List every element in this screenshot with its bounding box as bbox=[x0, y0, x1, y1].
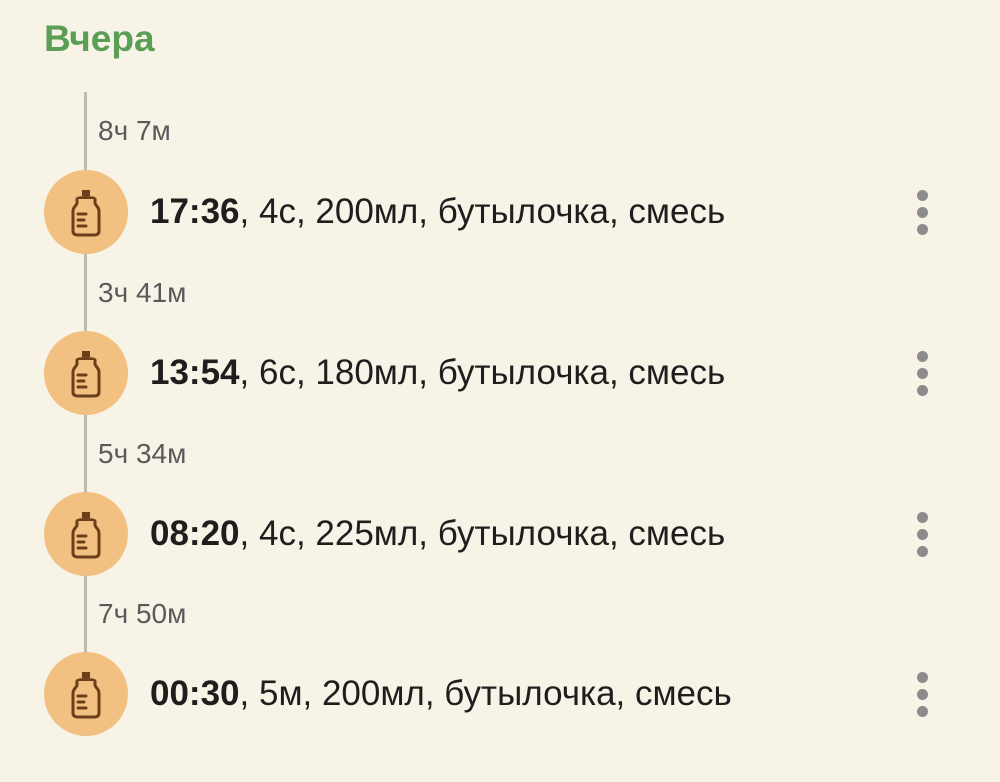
baby-bottle-icon bbox=[71, 351, 101, 398]
more-vert-icon bbox=[916, 189, 928, 201]
entry-details: , 6с, 180мл, бутылочка, смесь bbox=[239, 353, 726, 392]
entry-time: 17:36 bbox=[150, 192, 240, 231]
section-title: Вчера bbox=[44, 18, 155, 59]
feeding-entry[interactable]: 08:20, 4с, 225мл, бутылочка, смесь bbox=[44, 492, 956, 576]
gap-label: 3ч 41м bbox=[98, 277, 187, 308]
bottle-icon-circle bbox=[44, 492, 128, 576]
baby-bottle-icon bbox=[71, 190, 101, 237]
entry-text: 08:20, 4с, 225мл, бутылочка, смесь bbox=[150, 512, 725, 556]
feeding-entry[interactable]: 17:36, 4с, 200мл, бутылочка, смесь bbox=[44, 170, 956, 254]
feeding-entry[interactable]: 13:54, 6с, 180мл, бутылочка, смесь bbox=[44, 331, 956, 415]
gap-label: 8ч 7м bbox=[98, 115, 171, 146]
baby-bottle-icon bbox=[71, 512, 101, 559]
more-options-button[interactable] bbox=[902, 184, 942, 240]
baby-bottle-icon bbox=[71, 672, 101, 719]
entry-time: 08:20 bbox=[150, 514, 240, 553]
entry-time: 13:54 bbox=[150, 353, 240, 392]
feeding-entry[interactable]: 00:30, 5м, 200мл, бутылочка, смесь bbox=[44, 652, 956, 736]
gap-label: 7ч 50м bbox=[98, 598, 187, 629]
gap-label: 5ч 34м bbox=[98, 438, 187, 469]
bottle-icon-circle bbox=[44, 170, 128, 254]
more-options-button[interactable] bbox=[902, 506, 942, 562]
entry-text: 13:54, 6с, 180мл, бутылочка, смесь bbox=[150, 351, 725, 395]
entry-text: 17:36, 4с, 200мл, бутылочка, смесь bbox=[150, 190, 725, 234]
more-options-button[interactable] bbox=[902, 345, 942, 401]
more-options-button[interactable] bbox=[902, 666, 942, 722]
entry-time: 00:30 bbox=[150, 674, 240, 713]
bottle-icon-circle bbox=[44, 652, 128, 736]
more-vert-icon bbox=[916, 350, 928, 362]
entry-text: 00:30, 5м, 200мл, бутылочка, смесь bbox=[150, 672, 732, 716]
entry-details: , 4с, 225мл, бутылочка, смесь bbox=[239, 514, 726, 553]
more-vert-icon bbox=[916, 511, 928, 523]
bottle-icon-circle bbox=[44, 331, 128, 415]
entry-details: , 4с, 200мл, бутылочка, смесь bbox=[239, 192, 726, 231]
entry-details: , 5м, 200мл, бутылочка, смесь bbox=[239, 674, 732, 713]
more-vert-icon bbox=[916, 671, 928, 683]
